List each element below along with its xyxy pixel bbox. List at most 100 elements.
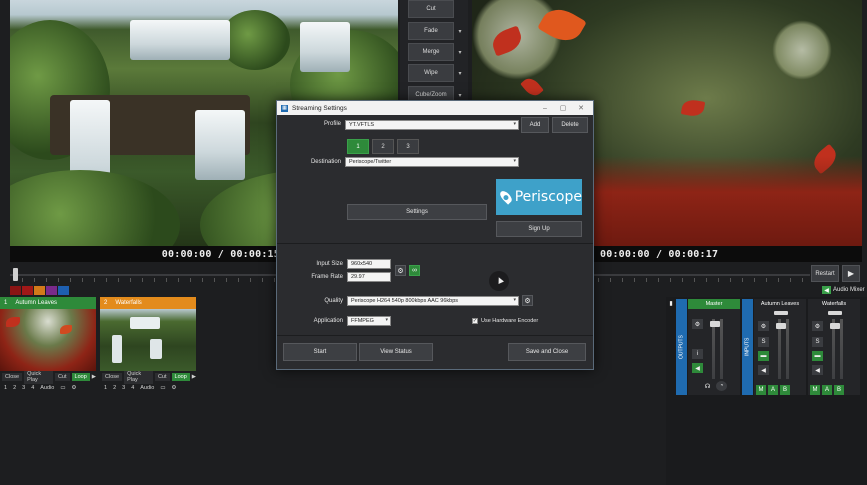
audio-button[interactable]: Audio xyxy=(38,385,56,391)
gear-icon[interactable]: ⚙ xyxy=(395,265,406,276)
start-button[interactable]: Start xyxy=(283,343,357,361)
color-swatch[interactable] xyxy=(10,286,21,295)
solo-button[interactable]: S xyxy=(758,337,769,347)
destination-select[interactable]: Periscope/Twitter ▾ xyxy=(345,157,519,167)
gear-icon[interactable]: ⚙ xyxy=(692,319,703,329)
gear-icon[interactable]: ⚙ xyxy=(70,385,79,391)
color-swatch[interactable] xyxy=(46,286,57,295)
maximize-icon[interactable]: ▢ xyxy=(555,101,571,115)
bus-b-button[interactable]: B xyxy=(834,385,844,395)
color-swatch[interactable] xyxy=(58,286,69,295)
bus-button[interactable]: ▬ xyxy=(758,351,769,361)
channel-fader[interactable] xyxy=(776,323,786,329)
overlay-3-button[interactable]: 3 xyxy=(20,385,27,391)
link-icon[interactable]: ∞ xyxy=(409,265,420,276)
input-tile-autumn-leaves[interactable]: 1 Autumn Leaves Close Quick Play Cut Loo… xyxy=(0,297,96,399)
bus-m-button[interactable]: M xyxy=(810,385,820,395)
dialog-titlebar[interactable]: ▦ Streaming Settings – ▢ ✕ xyxy=(277,101,593,115)
fade-options-arrow-icon[interactable]: ▾ xyxy=(456,22,464,40)
gear-icon[interactable]: ⚙ xyxy=(170,385,179,391)
info-button[interactable]: i xyxy=(692,349,703,359)
profile-select[interactable]: YT.VFTLS ▾ xyxy=(345,120,519,130)
balance-slider[interactable] xyxy=(774,311,788,315)
play-button[interactable]: ▶ xyxy=(842,265,860,282)
quality-select[interactable]: Periscope H264 540p 800kbps AAC 96kbps ▾ xyxy=(347,296,519,306)
channel-fader[interactable] xyxy=(830,323,840,329)
speaker-icon[interactable]: ◀ xyxy=(692,363,703,373)
audio-button[interactable]: Audio xyxy=(138,385,156,391)
fade-transition-button[interactable]: Fade xyxy=(408,22,454,40)
destination-tab-1[interactable]: 1 xyxy=(347,139,369,154)
speaker-icon[interactable]: ◀ xyxy=(812,365,823,375)
quick-play-button[interactable]: Quick Play xyxy=(124,369,153,384)
save-and-close-button[interactable]: Save and Close xyxy=(508,343,586,361)
overlay-4-button[interactable]: 4 xyxy=(129,385,136,391)
frame-rate-field[interactable]: 29.97 xyxy=(347,272,391,282)
color-swatch[interactable] xyxy=(34,286,45,295)
cut-button[interactable]: Cut xyxy=(154,372,170,381)
cut-button[interactable]: Cut xyxy=(54,372,70,381)
hardware-encoder-checkbox[interactable]: ✓ xyxy=(472,318,478,324)
bus-m-button[interactable]: M xyxy=(756,385,766,395)
bus-a-button[interactable]: A xyxy=(822,385,832,395)
output-timecode: 00:00:00 / 00:00:17 xyxy=(600,249,719,260)
input-thumbnail[interactable] xyxy=(0,309,96,371)
minimize-icon[interactable]: – xyxy=(537,101,553,115)
merge-options-arrow-icon[interactable]: ▾ xyxy=(456,43,464,61)
overlay-1-button[interactable]: 1 xyxy=(102,385,109,391)
loop-button[interactable]: Loop xyxy=(171,372,190,381)
destination-tab-3[interactable]: 3 xyxy=(397,139,419,154)
input-number: 1 xyxy=(4,300,8,306)
gear-icon[interactable]: ⚙ xyxy=(758,321,769,331)
bus-button[interactable]: ▬ xyxy=(812,351,823,361)
play-triangle-icon[interactable]: ▶ xyxy=(92,374,96,380)
input-size-field[interactable]: 960x540 xyxy=(347,259,391,269)
gear-icon[interactable]: ⚙ xyxy=(812,321,823,331)
destination-tab-2[interactable]: 2 xyxy=(372,139,394,154)
bus-b-button[interactable]: B xyxy=(780,385,790,395)
solo-button[interactable]: S xyxy=(812,337,823,347)
settings-button[interactable]: Settings xyxy=(347,204,487,220)
sign-up-button[interactable]: Sign Up xyxy=(496,221,582,237)
input-name: Waterfalls xyxy=(115,300,142,306)
overlay-2-button[interactable]: 2 xyxy=(11,385,18,391)
pin-icon[interactable]: ▮ xyxy=(668,299,674,307)
input-tile-waterfalls[interactable]: 2 Waterfalls Close Quick Play Cut Loop ▶… xyxy=(100,297,196,399)
headphones-icon[interactable]: ☊ xyxy=(702,381,713,391)
overlay-4-button[interactable]: 4 xyxy=(29,385,36,391)
close-button[interactable]: Close xyxy=(102,372,123,381)
monitor-icon[interactable]: ▭ xyxy=(158,385,167,391)
cut-transition-button[interactable]: Cut xyxy=(408,0,454,18)
audio-mixer-toggle[interactable]: ◀ Audio Mixer xyxy=(822,286,865,294)
chevron-down-icon: ▾ xyxy=(513,297,516,303)
bus-assign: M A B xyxy=(756,385,790,395)
mute-toggle-icon[interactable]: ◔ xyxy=(716,381,727,391)
restart-button[interactable]: Restart xyxy=(811,265,839,282)
overlay-2-button[interactable]: 2 xyxy=(111,385,118,391)
monitor-icon[interactable]: ▭ xyxy=(58,385,67,391)
overlay-1-button[interactable]: 1 xyxy=(2,385,9,391)
delete-profile-button[interactable]: Delete xyxy=(552,117,588,133)
application-select[interactable]: FFMPEG ▾ xyxy=(347,316,391,326)
close-icon[interactable]: ✕ xyxy=(573,101,589,115)
gear-icon[interactable]: ⚙ xyxy=(522,295,533,306)
color-swatch[interactable] xyxy=(22,286,33,295)
bus-a-button[interactable]: A xyxy=(768,385,778,395)
quick-play-button[interactable]: Quick Play xyxy=(24,369,53,384)
input-controls: Close Quick Play Cut Loop ▶ xyxy=(100,369,196,384)
merge-transition-button[interactable]: Merge xyxy=(408,43,454,61)
speaker-icon[interactable]: ◀ xyxy=(758,365,769,375)
input-thumbnail[interactable] xyxy=(100,309,196,371)
overlay-3-button[interactable]: 3 xyxy=(120,385,127,391)
play-triangle-icon[interactable]: ▶ xyxy=(192,374,196,380)
balance-slider[interactable] xyxy=(828,311,842,315)
scrub-handle[interactable] xyxy=(13,268,18,281)
master-fader[interactable] xyxy=(710,321,720,327)
wipe-transition-button[interactable]: Wipe xyxy=(408,64,454,82)
close-button[interactable]: Close xyxy=(2,372,23,381)
loop-button[interactable]: Loop xyxy=(71,372,90,381)
add-profile-button[interactable]: Add xyxy=(521,117,549,133)
waterfalls-channel: Waterfalls ⚙ S ▬ ◀ M A B xyxy=(808,299,860,395)
wipe-options-arrow-icon[interactable]: ▾ xyxy=(456,64,464,82)
view-status-button[interactable]: View Status xyxy=(359,343,433,361)
